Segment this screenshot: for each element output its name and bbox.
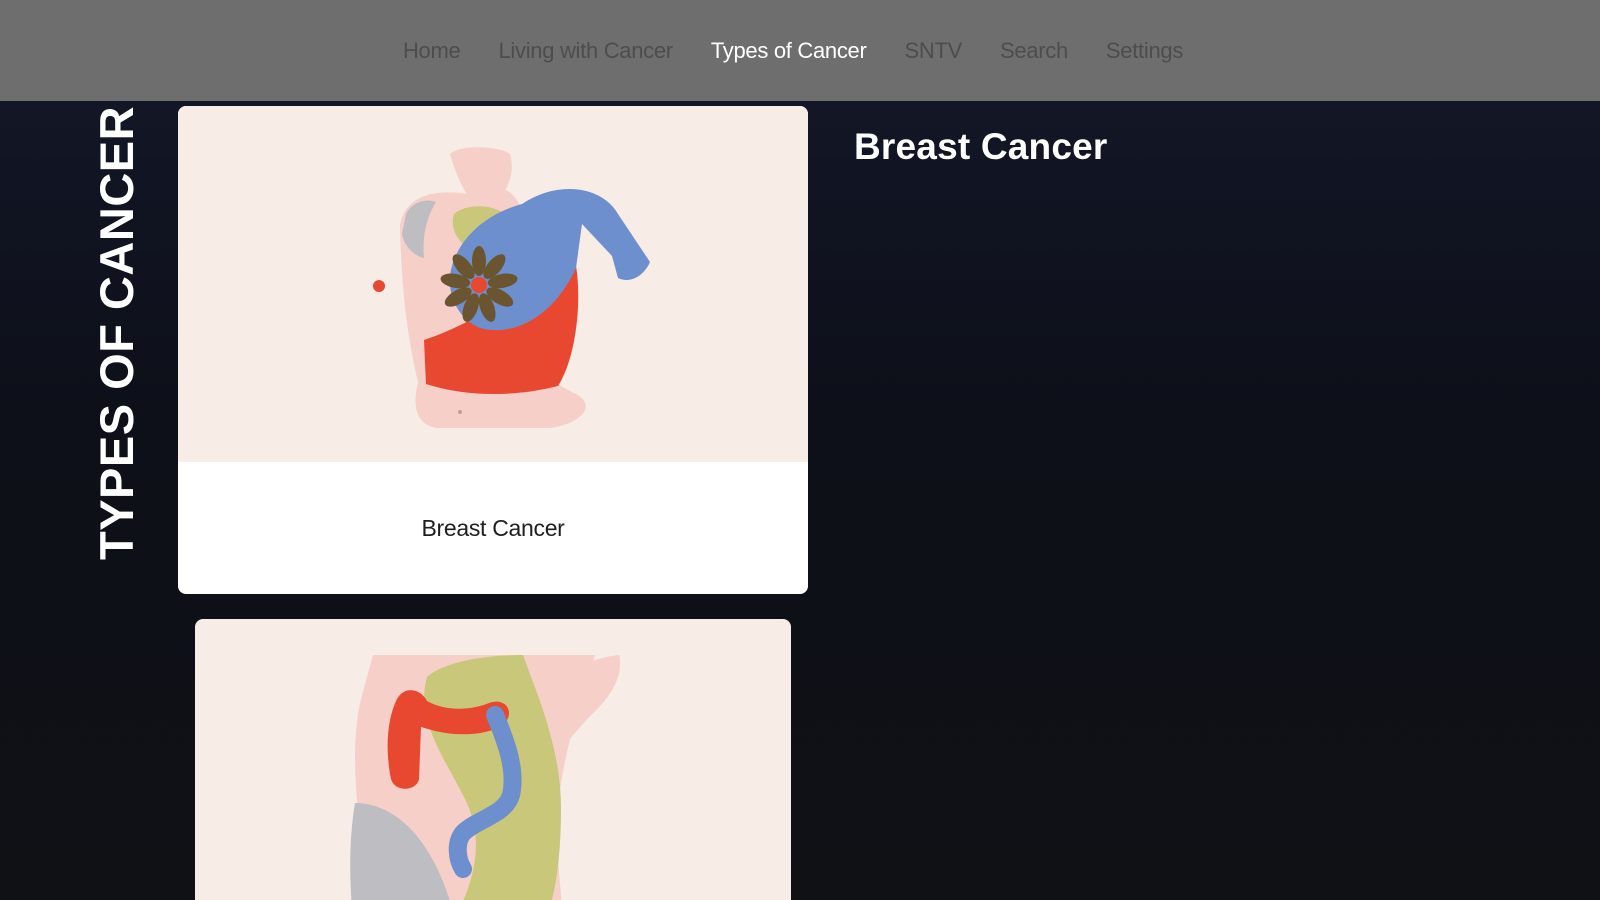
section-title: TYPES OF CANCER (90, 105, 143, 560)
nav-menu: Home Living with Cancer Types of Cancer … (403, 38, 1183, 64)
card-label: Breast Cancer (421, 514, 565, 541)
nav-item-search[interactable]: Search (1000, 38, 1068, 64)
nav-item-home[interactable]: Home (403, 38, 461, 64)
breast-illustration (373, 147, 650, 428)
nav-item-types-of-cancer[interactable]: Types of Cancer (711, 38, 867, 64)
card-illustration (178, 106, 808, 462)
nav-item-settings[interactable]: Settings (1106, 38, 1183, 64)
detail-title: Breast Cancer (854, 126, 1108, 167)
nav-item-living-with-cancer[interactable]: Living with Cancer (498, 38, 673, 64)
cancer-card-breast[interactable]: Breast Cancer (178, 106, 808, 594)
cancer-card-colon[interactable] (195, 619, 791, 900)
card-illustration (195, 619, 791, 900)
top-navigation: Home Living with Cancer Types of Cancer … (0, 0, 1600, 101)
colon-illustration (350, 655, 621, 900)
nav-item-sntv[interactable]: SNTV (905, 38, 963, 64)
